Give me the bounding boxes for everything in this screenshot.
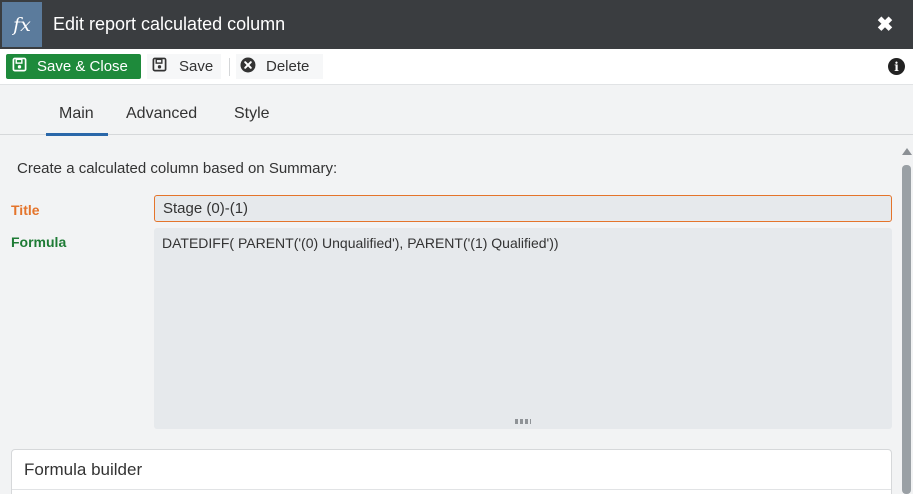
- active-tab-indicator: [46, 133, 108, 136]
- vertical-scrollbar[interactable]: [900, 140, 913, 494]
- tab-style[interactable]: Style: [234, 105, 270, 123]
- formula-builder-panel: Formula builder: [11, 449, 892, 494]
- save-label: Save: [179, 58, 214, 75]
- tab-main[interactable]: Main: [59, 105, 94, 123]
- intro-text: Create a calculated column based on Summ…: [17, 160, 338, 177]
- dialog-title: Edit report calculated column: [53, 14, 286, 34]
- floppy-disk-icon: [152, 57, 167, 76]
- save-and-close-button[interactable]: Save & Close: [6, 54, 141, 79]
- tab-advanced[interactable]: Advanced: [126, 105, 197, 123]
- title-input[interactable]: [154, 195, 892, 222]
- resize-grip-icon[interactable]: [515, 419, 531, 424]
- formula-builder-divider: [12, 489, 891, 490]
- save-and-close-label: Save & Close: [37, 58, 128, 75]
- fx-icon: fx: [2, 2, 42, 47]
- scrollbar-thumb[interactable]: [902, 165, 911, 494]
- dialog-title-bar: fx Edit report calculated column ✖: [0, 0, 913, 49]
- scroll-up-arrow-icon[interactable]: [902, 148, 912, 155]
- close-icon[interactable]: ✖: [872, 10, 898, 38]
- tab-bar: Main Advanced Style: [0, 85, 913, 135]
- formula-label: Formula: [11, 234, 67, 250]
- toolbar: Save & Close Save Delete: [0, 49, 913, 85]
- delete-label: Delete: [266, 58, 310, 75]
- save-button[interactable]: Save: [147, 54, 221, 79]
- delete-button[interactable]: Delete: [236, 54, 323, 79]
- floppy-disk-icon: [12, 57, 27, 76]
- delete-circle-icon: [240, 57, 256, 77]
- formula-builder-title: Formula builder: [24, 460, 143, 479]
- toolbar-divider: [229, 58, 230, 76]
- formula-textarea[interactable]: DATEDIFF( PARENT('(0) Unqualified'), PAR…: [154, 228, 892, 429]
- title-label: Title: [11, 202, 40, 218]
- info-icon[interactable]: i: [888, 58, 905, 75]
